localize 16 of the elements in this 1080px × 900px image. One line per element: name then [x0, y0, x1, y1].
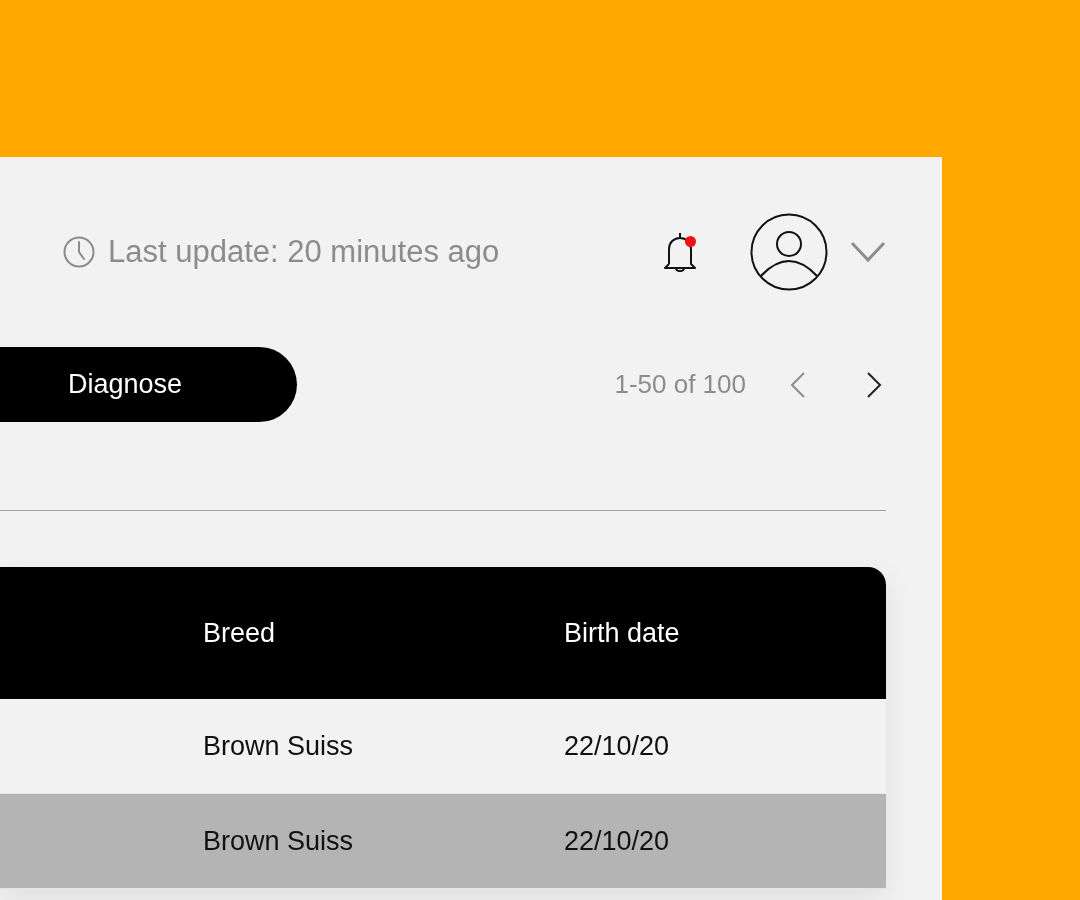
avatar-icon[interactable]: [750, 213, 828, 291]
column-header: Birth date: [564, 617, 681, 649]
chevron-left-icon: [790, 370, 806, 399]
last-update-text: Last update: 20 minutes ago: [108, 234, 500, 270]
table-cell-text: Brown Suiss: [203, 730, 355, 762]
table-row[interactable]: Brown Suiss 22/10/20: [0, 794, 886, 889]
caret-icon[interactable]: [850, 240, 886, 264]
table-cell-text: 22/10/20: [564, 825, 671, 857]
diagnose-button[interactable]: Diagnose: [0, 347, 297, 422]
pagination-range: 1-50 of 100: [614, 369, 746, 400]
clock-icon: [63, 236, 95, 268]
table-row[interactable]: Brown Suiss 22/10/20: [0, 699, 886, 794]
table-cell-text: 22/10/20: [564, 730, 671, 762]
table-cell-text: Brown Suiss: [203, 825, 355, 857]
chevron-right-icon: [866, 370, 882, 399]
column-header: Breed: [203, 617, 277, 649]
